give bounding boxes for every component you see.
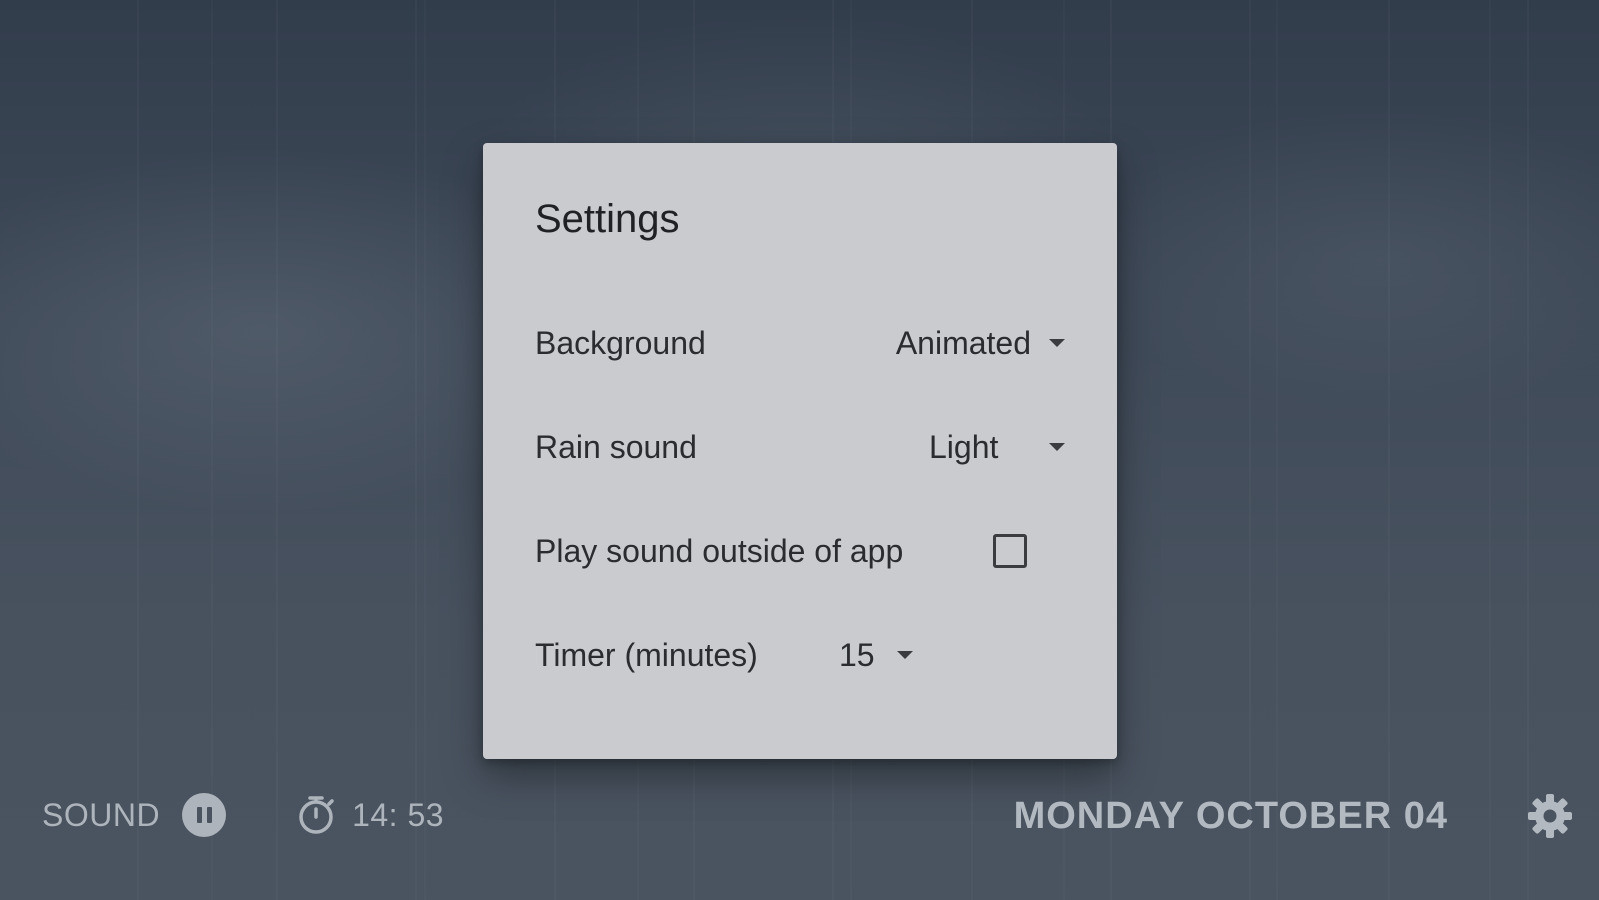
rain-sound-select-value: Light <box>929 428 999 465</box>
chevron-down-icon <box>1049 443 1065 451</box>
gear-icon[interactable] <box>1526 792 1574 840</box>
sound-label: SOUND <box>42 796 161 833</box>
pause-icon-bar <box>206 807 212 823</box>
settings-dialog: Settings Background Animated Rain sound … <box>483 143 1117 759</box>
date-display: MONDAY OCTOBER 04 <box>1013 795 1448 837</box>
background-label: Background <box>535 324 706 361</box>
timer-setting-row: Timer (minutes) 15 <box>535 631 1065 679</box>
stopwatch-icon <box>299 796 334 834</box>
dialog-title: Settings <box>535 197 680 241</box>
rain-sound-setting-row: Rain sound Light <box>535 423 1065 471</box>
background-select[interactable]: Animated <box>896 325 1065 362</box>
chevron-down-icon <box>1049 339 1065 347</box>
timer-select[interactable]: 15 <box>839 637 913 674</box>
sound-controls: SOUND 14: 53 <box>42 790 444 840</box>
timer-readout: 14: 53 <box>352 796 445 833</box>
timer-label: Timer (minutes) <box>535 636 758 673</box>
play-outside-label: Play sound outside of app <box>535 532 904 569</box>
background-select-value: Animated <box>895 324 1031 361</box>
play-outside-setting-row: Play sound outside of app <box>535 527 1065 575</box>
rain-sound-select[interactable]: Light <box>929 429 1065 466</box>
rain-sound-label: Rain sound <box>535 428 697 465</box>
play-outside-checkbox[interactable] <box>993 534 1027 568</box>
timer-select-value: 15 <box>839 636 875 673</box>
background-setting-row: Background Animated <box>535 319 1065 367</box>
pause-button[interactable] <box>182 793 227 837</box>
pause-icon <box>196 807 202 823</box>
chevron-down-icon <box>896 651 913 659</box>
